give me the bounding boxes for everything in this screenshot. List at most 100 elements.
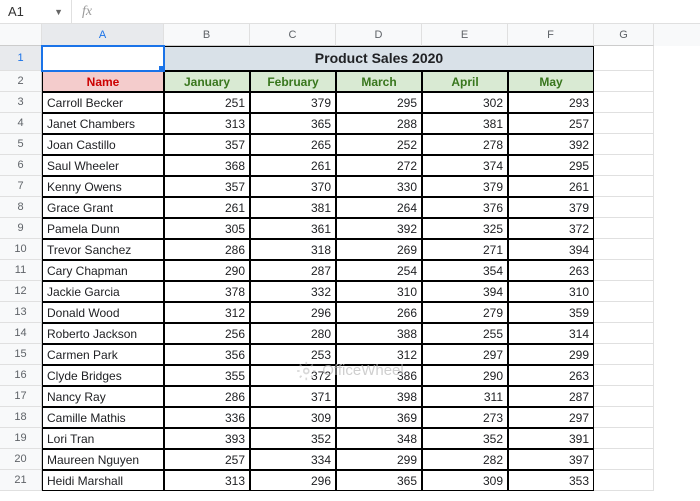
name-cell[interactable]: Lori Tran bbox=[42, 428, 164, 449]
data-cell[interactable]: 296 bbox=[250, 302, 336, 323]
data-cell[interactable]: 313 bbox=[164, 113, 250, 134]
column-header-C[interactable]: C bbox=[250, 24, 336, 46]
row-header-9[interactable]: 9 bbox=[0, 218, 42, 239]
data-cell[interactable]: 376 bbox=[422, 197, 508, 218]
data-cell[interactable]: 254 bbox=[336, 260, 422, 281]
data-cell[interactable]: 261 bbox=[508, 176, 594, 197]
name-cell[interactable]: Pamela Dunn bbox=[42, 218, 164, 239]
data-cell[interactable]: 379 bbox=[250, 92, 336, 113]
data-cell[interactable]: 314 bbox=[508, 323, 594, 344]
data-cell[interactable]: 286 bbox=[164, 239, 250, 260]
cell-A1[interactable] bbox=[42, 46, 164, 71]
data-cell[interactable]: 290 bbox=[164, 260, 250, 281]
data-cell[interactable]: 372 bbox=[508, 218, 594, 239]
name-cell[interactable]: Clyde Bridges bbox=[42, 365, 164, 386]
data-cell[interactable]: 394 bbox=[422, 281, 508, 302]
row-header-6[interactable]: 6 bbox=[0, 155, 42, 176]
data-cell[interactable]: 378 bbox=[164, 281, 250, 302]
data-cell[interactable]: 263 bbox=[508, 260, 594, 281]
column-header-F[interactable]: F bbox=[508, 24, 594, 46]
data-cell[interactable]: 251 bbox=[164, 92, 250, 113]
data-cell[interactable]: 286 bbox=[164, 386, 250, 407]
data-cell[interactable]: 252 bbox=[336, 134, 422, 155]
data-cell[interactable]: 356 bbox=[164, 344, 250, 365]
data-cell[interactable]: 392 bbox=[336, 218, 422, 239]
data-cell[interactable]: 392 bbox=[508, 134, 594, 155]
name-cell[interactable]: Carmen Park bbox=[42, 344, 164, 365]
name-cell[interactable]: Roberto Jackson bbox=[42, 323, 164, 344]
data-cell[interactable]: 381 bbox=[250, 197, 336, 218]
data-cell[interactable]: 318 bbox=[250, 239, 336, 260]
data-cell[interactable]: 372 bbox=[250, 365, 336, 386]
data-cell[interactable]: 266 bbox=[336, 302, 422, 323]
name-cell[interactable]: Janet Chambers bbox=[42, 113, 164, 134]
data-cell[interactable]: 309 bbox=[250, 407, 336, 428]
name-cell[interactable]: Trevor Sanchez bbox=[42, 239, 164, 260]
name-cell[interactable]: Nancy Ray bbox=[42, 386, 164, 407]
cell-G19[interactable] bbox=[594, 428, 654, 449]
column-header-A[interactable]: A bbox=[42, 24, 164, 46]
cell-G13[interactable] bbox=[594, 302, 654, 323]
name-cell[interactable]: Camille Mathis bbox=[42, 407, 164, 428]
data-cell[interactable]: 299 bbox=[336, 449, 422, 470]
cell-G9[interactable] bbox=[594, 218, 654, 239]
cell-G16[interactable] bbox=[594, 365, 654, 386]
data-cell[interactable]: 371 bbox=[250, 386, 336, 407]
data-cell[interactable]: 278 bbox=[422, 134, 508, 155]
name-cell[interactable]: Donald Wood bbox=[42, 302, 164, 323]
data-cell[interactable]: 330 bbox=[336, 176, 422, 197]
cell-G11[interactable] bbox=[594, 260, 654, 281]
name-cell[interactable]: Maureen Nguyen bbox=[42, 449, 164, 470]
header-month-march[interactable]: March bbox=[336, 71, 422, 92]
data-cell[interactable]: 374 bbox=[422, 155, 508, 176]
data-cell[interactable]: 293 bbox=[508, 92, 594, 113]
name-cell[interactable]: Kenny Owens bbox=[42, 176, 164, 197]
column-header-E[interactable]: E bbox=[422, 24, 508, 46]
data-cell[interactable]: 336 bbox=[164, 407, 250, 428]
row-header-21[interactable]: 21 bbox=[0, 470, 42, 491]
data-cell[interactable]: 361 bbox=[250, 218, 336, 239]
cell-G20[interactable] bbox=[594, 449, 654, 470]
data-cell[interactable]: 296 bbox=[250, 470, 336, 491]
row-header-19[interactable]: 19 bbox=[0, 428, 42, 449]
data-cell[interactable]: 295 bbox=[508, 155, 594, 176]
data-cell[interactable]: 393 bbox=[164, 428, 250, 449]
data-cell[interactable]: 391 bbox=[508, 428, 594, 449]
data-cell[interactable]: 305 bbox=[164, 218, 250, 239]
cell-G21[interactable] bbox=[594, 470, 654, 491]
name-cell[interactable]: Joan Castillo bbox=[42, 134, 164, 155]
column-header-D[interactable]: D bbox=[336, 24, 422, 46]
chevron-down-icon[interactable]: ▼ bbox=[54, 7, 63, 17]
row-header-11[interactable]: 11 bbox=[0, 260, 42, 281]
cell-G18[interactable] bbox=[594, 407, 654, 428]
data-cell[interactable]: 310 bbox=[336, 281, 422, 302]
header-month-april[interactable]: April bbox=[422, 71, 508, 92]
formula-input[interactable] bbox=[102, 0, 700, 23]
data-cell[interactable]: 325 bbox=[422, 218, 508, 239]
name-cell[interactable]: Saul Wheeler bbox=[42, 155, 164, 176]
data-cell[interactable]: 255 bbox=[422, 323, 508, 344]
select-all-corner[interactable] bbox=[0, 24, 42, 46]
data-cell[interactable]: 263 bbox=[508, 365, 594, 386]
data-cell[interactable]: 394 bbox=[508, 239, 594, 260]
name-cell[interactable]: Carroll Becker bbox=[42, 92, 164, 113]
data-cell[interactable]: 280 bbox=[250, 323, 336, 344]
data-cell[interactable]: 295 bbox=[336, 92, 422, 113]
data-cell[interactable]: 290 bbox=[422, 365, 508, 386]
data-cell[interactable]: 352 bbox=[422, 428, 508, 449]
data-cell[interactable]: 297 bbox=[508, 407, 594, 428]
data-cell[interactable]: 359 bbox=[508, 302, 594, 323]
data-cell[interactable]: 256 bbox=[164, 323, 250, 344]
data-cell[interactable]: 312 bbox=[164, 302, 250, 323]
data-cell[interactable]: 365 bbox=[336, 470, 422, 491]
data-cell[interactable]: 279 bbox=[422, 302, 508, 323]
name-cell[interactable]: Jackie Garcia bbox=[42, 281, 164, 302]
name-cell[interactable]: Heidi Marshall bbox=[42, 470, 164, 491]
data-cell[interactable]: 264 bbox=[336, 197, 422, 218]
cell-G15[interactable] bbox=[594, 344, 654, 365]
row-header-8[interactable]: 8 bbox=[0, 197, 42, 218]
data-cell[interactable]: 313 bbox=[164, 470, 250, 491]
data-cell[interactable]: 365 bbox=[250, 113, 336, 134]
data-cell[interactable]: 388 bbox=[336, 323, 422, 344]
cell-G14[interactable] bbox=[594, 323, 654, 344]
